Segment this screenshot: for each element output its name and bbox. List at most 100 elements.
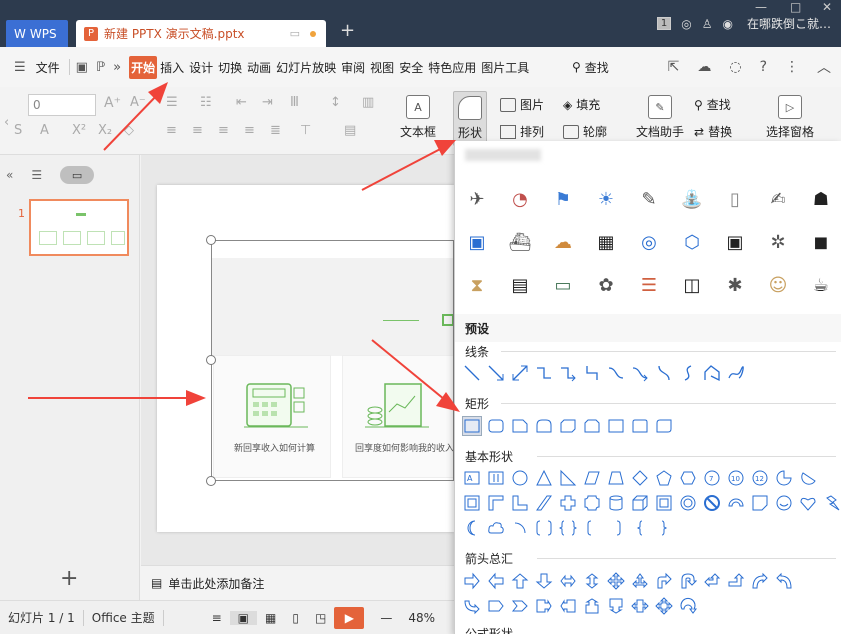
more-chevron-icon[interactable]: » [113, 60, 121, 75]
oval-icon[interactable] [511, 469, 529, 487]
outline-view-icon[interactable]: ☰ [31, 168, 42, 182]
quad-arrow-icon[interactable] [607, 572, 625, 590]
donut-icon[interactable] [679, 494, 697, 512]
hamburger-icon[interactable]: ☰ [14, 60, 26, 75]
help-icon[interactable]: ? [760, 59, 767, 75]
menu-search[interactable]: ⚲ 查找 [572, 47, 609, 87]
cup-icon[interactable]: ☕ [807, 271, 835, 299]
trapezoid-icon[interactable] [607, 469, 625, 487]
teardrop-icon[interactable] [463, 494, 481, 512]
font-size-input[interactable]: 0 [28, 94, 96, 116]
elbow-double-arrow-icon[interactable] [583, 364, 601, 382]
elbow-arrow-icon[interactable] [559, 364, 577, 382]
slide-sorter-icon[interactable]: ▦ [257, 611, 284, 625]
zoom-out-icon[interactable]: — [372, 611, 400, 625]
lightning-icon[interactable] [823, 494, 841, 512]
no-symbol-icon[interactable] [703, 494, 721, 512]
round-single-rectangle-icon[interactable] [607, 417, 625, 435]
close-icon[interactable]: ✕ [822, 0, 832, 14]
elbow-connector-icon[interactable] [535, 364, 553, 382]
worker-icon[interactable]: ☺ [764, 271, 792, 299]
crab-icon[interactable]: ✱ [721, 271, 749, 299]
save-icon[interactable]: ▣ [76, 60, 88, 75]
ship-icon[interactable]: ⛴ [506, 228, 534, 256]
hexagon-icon[interactable]: ⬡ [678, 228, 706, 256]
snip-diagonal-rectangle-icon[interactable] [559, 417, 577, 435]
vertical-textbox-icon[interactable] [487, 469, 505, 487]
textbox-shape-icon[interactable]: A [463, 469, 481, 487]
round-corner-rectangle-icon[interactable] [535, 417, 553, 435]
tab-home[interactable]: 开始 [129, 55, 158, 79]
tab-view[interactable]: 视图 [368, 56, 396, 79]
pie-chart-icon[interactable]: ◔ [506, 185, 534, 213]
more-icon[interactable]: ⋮ [785, 59, 799, 75]
find-button[interactable]: ⚲ 查找 [694, 96, 731, 113]
rocket-icon[interactable]: ✎ [635, 185, 663, 213]
snip-corner-rectangle-icon[interactable] [511, 417, 529, 435]
line-icon[interactable] [463, 364, 481, 382]
bent-arrow-icon[interactable] [655, 572, 673, 590]
tab-security[interactable]: 安全 [397, 56, 425, 79]
left-right-arrow-callout-icon[interactable] [631, 597, 649, 615]
folded-corner-icon[interactable] [751, 494, 769, 512]
slide-thumbnail[interactable] [29, 199, 129, 256]
right-bracket-icon[interactable] [607, 519, 625, 537]
notepad-icon[interactable]: ✍ [764, 185, 792, 213]
textbox-button[interactable]: A 文本框 [400, 95, 436, 140]
left-brace-icon[interactable] [631, 519, 649, 537]
selection-box[interactable] [211, 240, 454, 481]
up-arrow-callout-icon[interactable] [583, 597, 601, 615]
circular-arrow-icon[interactable] [679, 597, 697, 615]
format-painter-icon[interactable]: ℙ [96, 60, 105, 75]
curved-up-arrow-icon[interactable] [463, 597, 481, 615]
theme-name[interactable]: Office 主题 [84, 609, 163, 626]
heptagon-icon[interactable]: 7 [703, 469, 721, 487]
right-triangle-icon[interactable] [559, 469, 577, 487]
pie-shape-icon[interactable] [775, 469, 793, 487]
collapse-ribbon-icon[interactable]: ︿ [817, 57, 831, 77]
heart-icon[interactable] [799, 494, 817, 512]
contact-card-icon[interactable]: ▣ [721, 228, 749, 256]
cross-icon[interactable] [559, 494, 577, 512]
smiley-icon[interactable] [775, 494, 793, 512]
fountain-icon[interactable]: ⛲ [678, 185, 706, 213]
dodecagon-icon[interactable]: 12 [751, 469, 769, 487]
l-shape-icon[interactable] [535, 494, 553, 512]
curved-right-arrow-icon[interactable] [751, 572, 769, 590]
shirt-icon[interactable]: ♙ [702, 17, 713, 31]
user-name[interactable]: 在哪跌倒こ就… [747, 15, 831, 32]
bent-up-arrow-icon[interactable] [727, 572, 745, 590]
shape-button[interactable]: 形状 [453, 91, 488, 146]
left-right-up-arrow-icon[interactable] [631, 572, 649, 590]
rectangle-icon[interactable] [462, 416, 482, 436]
curved-arrow-icon[interactable] [631, 364, 649, 382]
window-count-badge[interactable]: 1 [656, 17, 672, 30]
zoom-level[interactable]: 48% [400, 611, 443, 625]
double-arrow-line-icon[interactable] [511, 364, 529, 382]
menu-file[interactable]: 文件 [34, 56, 62, 79]
tab-slideshow[interactable]: 幻灯片放映 [274, 56, 338, 79]
left-arrow-icon[interactable] [487, 572, 505, 590]
maximize-icon[interactable]: □ [790, 0, 801, 14]
hexagon-icon[interactable] [679, 469, 697, 487]
flag-icon[interactable]: ⚑ [549, 185, 577, 213]
chevron-arrow-icon[interactable] [511, 597, 529, 615]
outline-button[interactable]: 轮廓 [563, 123, 607, 140]
play-button[interactable]: ▶ [334, 606, 365, 629]
round-same-side-rectangle-icon[interactable] [631, 417, 649, 435]
curved-connector-icon[interactable] [607, 364, 625, 382]
snip-same-side-rectangle-icon[interactable] [583, 417, 601, 435]
cloud-sync-icon[interactable]: ☁ [697, 59, 711, 75]
trash-icon[interactable]: ◫ [678, 271, 706, 299]
reading-view-icon[interactable]: ▯ [284, 611, 307, 625]
arrange-button[interactable]: 排列 [500, 123, 544, 140]
round-diagonal-rectangle-icon[interactable] [655, 417, 673, 435]
wallet-icon[interactable]: ▣ [463, 228, 491, 256]
tab-picture-tools[interactable]: 图片工具 [479, 56, 531, 79]
minimize-icon[interactable]: — [755, 0, 767, 14]
gear-icon[interactable]: ✲ [764, 228, 792, 256]
brain-icon[interactable]: ✿ [592, 271, 620, 299]
right-arrow-icon[interactable] [463, 572, 481, 590]
notes-toggle-icon[interactable]: ≡ [204, 611, 230, 625]
pentagon-arrow-icon[interactable] [487, 597, 505, 615]
